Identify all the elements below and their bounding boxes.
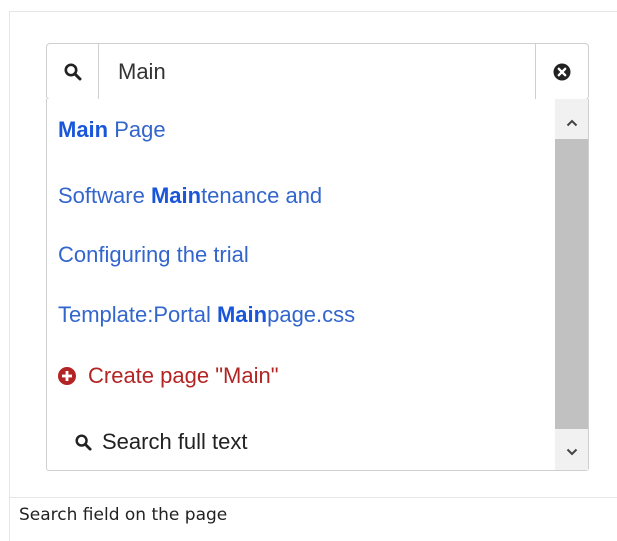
search-icon bbox=[75, 433, 92, 451]
scroll-down-button[interactable] bbox=[555, 434, 588, 470]
plus-circle-icon bbox=[58, 367, 76, 385]
scrollbar[interactable] bbox=[555, 99, 588, 470]
chevron-up-icon bbox=[566, 119, 577, 127]
suggestions-dropdown: Main Page Software Maintenance and Confi… bbox=[46, 99, 589, 471]
suggestion-prefix: Template:Portal bbox=[58, 302, 217, 327]
suggestion-item[interactable]: Software Maintenance and bbox=[58, 183, 322, 209]
suggestion-item[interactable]: Main Page bbox=[58, 117, 166, 143]
suggestion-rest: Page bbox=[108, 117, 166, 142]
search-full-text-label: Search full text bbox=[102, 429, 248, 454]
create-page-link[interactable]: Create page "Main" bbox=[58, 363, 279, 389]
clear-button[interactable] bbox=[535, 44, 588, 99]
image-caption: Search field on the page bbox=[9, 498, 617, 541]
suggestion-item[interactable]: Template:Portal Mainpage.css bbox=[58, 302, 355, 328]
chevron-down-icon bbox=[566, 448, 577, 456]
search-full-text-link[interactable]: Search full text bbox=[75, 429, 248, 455]
suggestion-prefix: Software bbox=[58, 183, 151, 208]
suggestion-rest: page.css bbox=[267, 302, 356, 327]
suggestion-match: Main bbox=[216, 302, 268, 327]
scroll-up-button[interactable] bbox=[555, 105, 588, 141]
suggestion-match: Main bbox=[150, 183, 202, 208]
search-bar bbox=[46, 43, 589, 100]
suggestion-prefix: Configuring the trial bbox=[58, 242, 249, 267]
suggestion-item[interactable]: Configuring the trial bbox=[58, 242, 249, 268]
search-input[interactable] bbox=[99, 44, 535, 99]
scroll-thumb[interactable] bbox=[555, 139, 588, 429]
create-page-label: Create page "Main" bbox=[88, 363, 279, 388]
search-button[interactable] bbox=[47, 44, 99, 99]
search-icon bbox=[64, 63, 81, 80]
suggestion-match: Main bbox=[58, 117, 109, 142]
suggestion-rest: tenance and bbox=[201, 183, 323, 208]
clear-icon bbox=[553, 63, 571, 80]
